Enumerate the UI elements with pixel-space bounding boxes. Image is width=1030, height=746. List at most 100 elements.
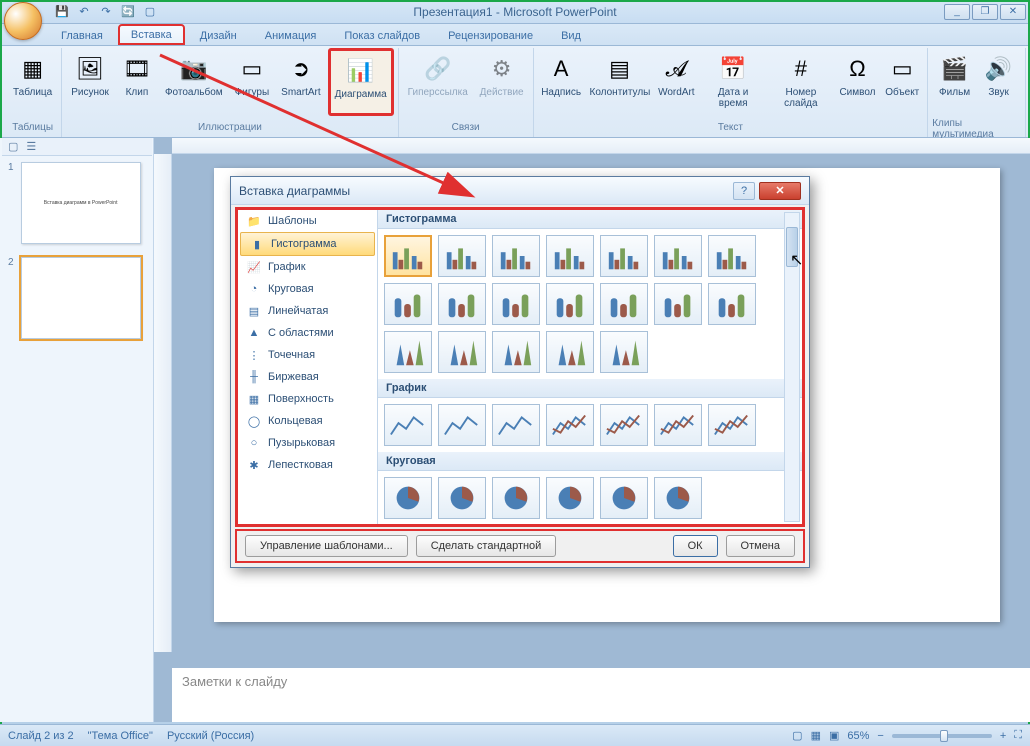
chart-option[interactable] xyxy=(438,235,486,277)
view-normal-icon[interactable]: ▢ xyxy=(792,729,802,742)
category-Пузырьковая[interactable]: ○Пузырьковая xyxy=(238,432,377,454)
chart-option[interactable] xyxy=(654,283,702,325)
set-default-button[interactable]: Сделать стандартной xyxy=(416,535,557,557)
chart-gallery[interactable]: ГистограммаГрафикКруговая xyxy=(378,210,802,524)
view-slideshow-icon[interactable]: ▣ xyxy=(829,729,839,742)
chart-option[interactable] xyxy=(600,283,648,325)
category-icon: ○ xyxy=(246,436,262,450)
chart-option[interactable] xyxy=(492,331,540,373)
category-label: С областями xyxy=(268,327,334,339)
dialog-help-button[interactable]: ? xyxy=(733,182,755,200)
category-Биржевая[interactable]: ╫Биржевая xyxy=(238,366,377,388)
ribbon-group: 🔗Гиперссылка⚙ДействиеСвязи xyxy=(399,48,534,137)
zoom-out-button[interactable]: − xyxy=(877,730,883,742)
ribbon-Символ-button[interactable]: ΩСимвол xyxy=(836,48,880,116)
chart-option[interactable] xyxy=(384,331,432,373)
chart-option[interactable] xyxy=(384,477,432,519)
chart-option[interactable] xyxy=(438,283,486,325)
fit-to-window-button[interactable]: ⛶ xyxy=(1014,729,1022,742)
chart-option[interactable] xyxy=(546,477,594,519)
slides-view-icon[interactable]: ☰ xyxy=(26,140,36,153)
ribbon-Клип-button[interactable]: 🎞Клип xyxy=(116,48,158,116)
category-Лепестковая[interactable]: ✱Лепестковая xyxy=(238,454,377,476)
ribbon-Диаграмма-button[interactable]: 📊Диаграмма xyxy=(328,48,394,116)
ribbon-Фигуры-button[interactable]: ▭Фигуры xyxy=(230,48,274,116)
chart-option[interactable] xyxy=(708,235,756,277)
chart-option[interactable] xyxy=(708,283,756,325)
zoom-slider-thumb[interactable] xyxy=(940,730,948,742)
chart-option[interactable] xyxy=(600,404,648,446)
ribbon-Фотоальбом-button[interactable]: 📷Фотоальбом xyxy=(160,48,228,116)
chart-option[interactable] xyxy=(384,404,432,446)
category-Кольцевая[interactable]: ◯Кольцевая xyxy=(238,410,377,432)
chart-option[interactable] xyxy=(708,404,756,446)
thumb-number: 1 xyxy=(8,162,14,173)
category-list[interactable]: 📁Шаблоны▮Гистограмма📈График◔Круговая▤Лин… xyxy=(238,210,378,524)
ribbon-SmartArt-button[interactable]: ➲SmartArt xyxy=(276,48,325,116)
ribbon-button-label: Клип xyxy=(126,87,149,98)
status-language[interactable]: Русский (Россия) xyxy=(167,730,254,742)
chart-option[interactable] xyxy=(600,235,648,277)
ribbon-Надпись-button[interactable]: AНадпись xyxy=(538,48,585,116)
dialog-titlebar[interactable]: Вставка диаграммы ? ✕ xyxy=(231,177,809,205)
chart-option[interactable] xyxy=(438,404,486,446)
category-icon: ▤ xyxy=(246,304,262,318)
chart-option[interactable] xyxy=(546,283,594,325)
category-Гистограмма[interactable]: ▮Гистограмма xyxy=(240,232,375,256)
chart-option[interactable] xyxy=(384,235,432,277)
category-График[interactable]: 📈График xyxy=(238,256,377,278)
chart-option[interactable] xyxy=(654,477,702,519)
category-Шаблоны[interactable]: 📁Шаблоны xyxy=(238,210,377,232)
zoom-slider[interactable] xyxy=(892,734,992,738)
category-С областями[interactable]: ▲С областями xyxy=(238,322,377,344)
zoom-in-button[interactable]: + xyxy=(1000,730,1006,742)
ribbon-Номер слайда-button[interactable]: #Номер слайда xyxy=(768,48,834,116)
category-Линейчатая[interactable]: ▤Линейчатая xyxy=(238,300,377,322)
view-sorter-icon[interactable]: ▦ xyxy=(811,729,821,742)
ribbon-Колонтитулы-button[interactable]: ▤Колонтитулы xyxy=(587,48,653,116)
chart-option[interactable] xyxy=(492,283,540,325)
view-switcher: ▢ ☰ xyxy=(2,138,152,156)
chart-option[interactable] xyxy=(492,235,540,277)
chart-option[interactable] xyxy=(492,404,540,446)
slide-thumb-1[interactable]: 1 Вставка диаграмм в PowerPoint xyxy=(8,162,145,247)
ribbon-Таблица-button[interactable]: ▦Таблица xyxy=(8,48,57,116)
category-icon: ⋮ xyxy=(246,348,262,362)
scrollbar-thumb[interactable] xyxy=(786,227,798,267)
manage-templates-button[interactable]: Управление шаблонами... xyxy=(245,535,408,557)
ok-button[interactable]: ОК xyxy=(673,535,718,557)
office-button[interactable] xyxy=(4,2,42,40)
slide-thumb-2[interactable]: 2 xyxy=(8,257,145,342)
category-icon: ▦ xyxy=(246,392,262,406)
dialog-close-button[interactable]: ✕ xyxy=(759,182,801,200)
category-Точечная[interactable]: ⋮Точечная xyxy=(238,344,377,366)
ribbon-group: ▦ТаблицаТаблицы xyxy=(4,48,62,137)
ribbon-button-label: Номер слайда xyxy=(773,87,829,109)
ribbon-Объект-button[interactable]: ▭Объект xyxy=(881,48,923,116)
dialog-body: 📁Шаблоны▮Гистограмма📈График◔Круговая▤Лин… xyxy=(235,207,805,527)
chart-option[interactable] xyxy=(600,331,648,373)
gallery-scrollbar[interactable] xyxy=(784,212,800,522)
chart-option[interactable] xyxy=(438,331,486,373)
chart-option[interactable] xyxy=(492,477,540,519)
category-Круговая[interactable]: ◔Круговая xyxy=(238,278,377,300)
chart-option[interactable] xyxy=(546,331,594,373)
category-Поверхность[interactable]: ▦Поверхность xyxy=(238,388,377,410)
notes-pane[interactable]: Заметки к слайду xyxy=(172,664,1030,722)
chart-option[interactable] xyxy=(654,404,702,446)
ribbon-Фильм-button[interactable]: 🎬Фильм xyxy=(934,48,976,116)
chart-option[interactable] xyxy=(654,235,702,277)
zoom-percent[interactable]: 65% xyxy=(847,730,869,742)
chart-option[interactable] xyxy=(600,477,648,519)
ribbon-WordArt-button[interactable]: 𝓐WordArt xyxy=(654,48,698,116)
outline-view-icon[interactable]: ▢ xyxy=(8,140,18,153)
chart-option[interactable] xyxy=(384,283,432,325)
ribbon-Звук-button[interactable]: 🔊Звук xyxy=(978,48,1020,116)
cancel-button[interactable]: Отмена xyxy=(726,535,795,557)
chart-option[interactable] xyxy=(546,235,594,277)
ribbon-Рисунок-button[interactable]: 🖼Рисунок xyxy=(66,48,114,116)
ribbon-Дата и время-button[interactable]: 📅Дата и время xyxy=(700,48,766,116)
chart-option[interactable] xyxy=(438,477,486,519)
slide-panel[interactable]: 1 Вставка диаграмм в PowerPoint 2 xyxy=(0,138,154,722)
chart-option[interactable] xyxy=(546,404,594,446)
